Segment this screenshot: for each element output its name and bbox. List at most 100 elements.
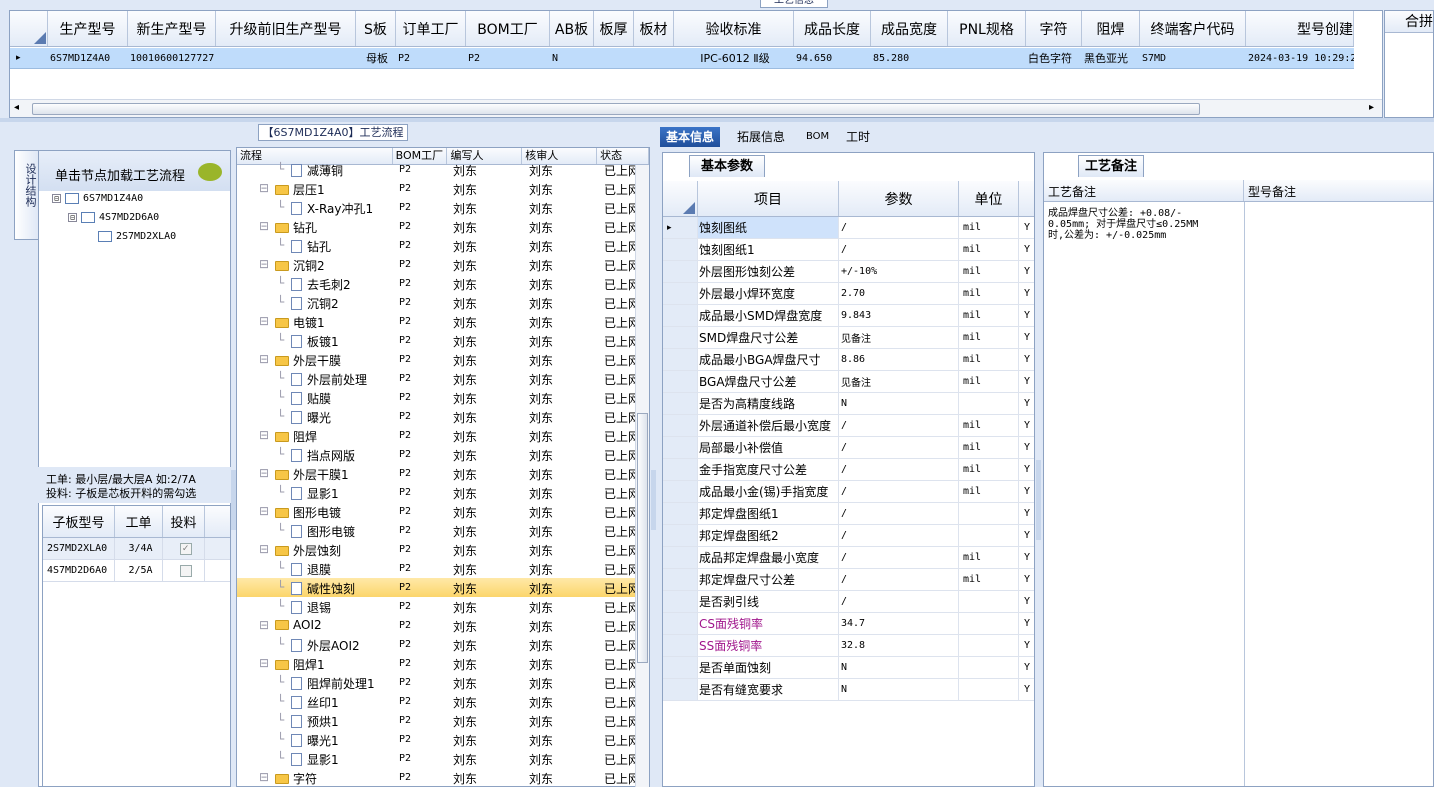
param-value[interactable]: / xyxy=(839,569,959,590)
process-step[interactable]: 阻焊1 xyxy=(275,656,325,673)
process-row[interactable]: └ 去毛刺2 P2 刘东 刘东 已上网 xyxy=(237,274,640,293)
cell[interactable]: 母板 xyxy=(356,48,396,68)
process-step[interactable]: 挡点网版 xyxy=(291,447,355,464)
param-item[interactable]: 外层最小焊环宽度 xyxy=(698,283,839,304)
param-row[interactable]: 是否为高精度线路 N Y xyxy=(663,393,1034,415)
param-item[interactable]: SMD焊盘尺寸公差 xyxy=(698,327,839,348)
col-header[interactable]: 项目 xyxy=(698,181,839,216)
process-step[interactable]: 钻孔 xyxy=(275,219,317,236)
process-row[interactable]: ⊟ 外层蚀刻 P2 刘东 刘东 已上网 xyxy=(237,540,640,559)
param-item[interactable]: 局部最小补偿值 xyxy=(698,437,839,458)
param-row[interactable]: 外层通道补偿后最小宽度 / mil Y xyxy=(663,415,1034,437)
col-header[interactable]: 终端客户代码 xyxy=(1140,11,1246,46)
cell[interactable]: 2S7MD2XLA0 xyxy=(43,538,115,559)
process-step[interactable]: 阻焊 xyxy=(275,428,317,445)
scroll-thumb[interactable] xyxy=(32,103,1200,115)
process-row[interactable]: ⊟ 外层干膜1 P2 刘东 刘东 已上网 xyxy=(237,464,640,483)
process-step[interactable]: 外层AOI2 xyxy=(291,637,360,654)
process-row[interactable]: ⊟ 阻焊 P2 刘东 刘东 已上网 xyxy=(237,426,640,445)
param-row[interactable]: BGA焊盘尺寸公差 见备注 mil Y xyxy=(663,371,1034,393)
process-row[interactable]: └ 退膜 P2 刘东 刘东 已上网 xyxy=(237,559,640,578)
cell[interactable]: N xyxy=(550,48,594,68)
process-row[interactable]: ⊟ 图形电镀 P2 刘东 刘东 已上网 xyxy=(237,502,640,521)
cell[interactable]: 白色字符 xyxy=(1026,48,1082,68)
process-step[interactable]: 预烘1 xyxy=(291,713,339,730)
param-value[interactable]: / xyxy=(839,437,959,458)
process-step[interactable]: 显影1 xyxy=(291,485,339,502)
col-header[interactable]: PNL规格 xyxy=(948,11,1026,46)
param-item[interactable]: 外层图形蚀刻公差 xyxy=(698,261,839,282)
process-row[interactable]: ⊟ 阻焊1 P2 刘东 刘东 已上网 xyxy=(237,654,640,673)
param-item[interactable]: 成品最小BGA焊盘尺寸 xyxy=(698,349,839,370)
param-value[interactable]: 34.7 xyxy=(839,613,959,634)
process-row[interactable]: └ 外层AOI2 P2 刘东 刘东 已上网 xyxy=(237,635,640,654)
process-row[interactable]: └ 阻焊前处理1 P2 刘东 刘东 已上网 xyxy=(237,673,640,692)
process-step[interactable]: 退膜 xyxy=(291,561,331,578)
process-row[interactable]: └ 图形电镀 P2 刘东 刘东 已上网 xyxy=(237,521,640,540)
param-item[interactable]: BGA焊盘尺寸公差 xyxy=(698,371,839,392)
process-row[interactable]: ⊟ 钻孔 P2 刘东 刘东 已上网 xyxy=(237,217,640,236)
col-header[interactable]: AB板 xyxy=(550,11,594,46)
process-step[interactable]: AOI2 xyxy=(275,618,322,632)
process-note-text[interactable]: 成品焊盘尺寸公差: +0.08/- 0.05mm; 对于焊盘尺寸≤0.25MM … xyxy=(1048,208,1228,241)
col-header[interactable]: 参数 xyxy=(839,181,959,216)
process-row[interactable]: ⊟ 层压1 P2 刘东 刘东 已上网 xyxy=(237,179,640,198)
col-header[interactable]: 成品宽度 xyxy=(871,11,948,46)
vertical-scrollbar[interactable] xyxy=(635,165,649,787)
tree-node-label[interactable]: 6S7MD1Z4A0 xyxy=(83,193,143,204)
process-step[interactable]: 外层干膜1 xyxy=(275,466,349,483)
cell[interactable]: 85.280 xyxy=(871,48,948,68)
col-header[interactable]: 型号创建 xyxy=(1246,11,1354,46)
param-item[interactable]: 成品最小SMD焊盘宽度 xyxy=(698,305,839,326)
col-header[interactable]: 成品长度 xyxy=(794,11,871,46)
process-step[interactable]: 碱性蚀刻 xyxy=(291,580,355,597)
model-grid-row[interactable]: ▸ 6S7MD1Z4A0 10010600127727 母板 P2 P2 N I… xyxy=(10,48,1354,69)
param-item[interactable]: 是否为高精度线路 xyxy=(698,393,839,414)
param-row[interactable]: 是否有缝宽要求 N Y xyxy=(663,679,1034,701)
process-row[interactable]: ⊟ 字符 P2 刘东 刘东 已上网 xyxy=(237,768,640,786)
param-value[interactable]: / xyxy=(839,217,959,238)
process-step[interactable]: 字符 xyxy=(275,770,317,786)
param-row[interactable]: CS面残铜率 34.7 Y xyxy=(663,613,1034,635)
cell[interactable]: 4S7MD2D6A0 xyxy=(43,560,115,581)
process-step[interactable]: 丝印1 xyxy=(291,694,339,711)
param-value[interactable]: / xyxy=(839,525,959,546)
cell[interactable]: IPC-6012 Ⅱ级 xyxy=(674,48,794,68)
process-step[interactable]: 板镀1 xyxy=(291,333,339,350)
tree-node[interactable]: ⊟ 6S7MD1Z4A0 xyxy=(52,193,143,204)
process-row[interactable]: └ 沉铜2 P2 刘东 刘东 已上网 xyxy=(237,293,640,312)
process-row[interactable]: └ 钻孔 P2 刘东 刘东 已上网 xyxy=(237,236,640,255)
param-value[interactable]: N xyxy=(839,679,959,700)
feed-checkbox[interactable]: ✓ xyxy=(179,542,192,555)
col-header[interactable]: 投料 xyxy=(163,506,205,537)
splitter-handle[interactable] xyxy=(231,470,236,530)
param-row[interactable]: 成品最小金(锡)手指宽度 / mil Y xyxy=(663,481,1034,503)
cell[interactable]: 6S7MD1Z4A0 xyxy=(48,48,128,68)
process-row[interactable]: └ 预烘1 P2 刘东 刘东 已上网 xyxy=(237,711,640,730)
param-value[interactable]: / xyxy=(839,239,959,260)
param-row[interactable]: 外层最小焊环宽度 2.70 mil Y xyxy=(663,283,1034,305)
scroll-right-icon[interactable]: ▸ xyxy=(1369,102,1374,113)
process-row[interactable]: └ 外层前处理 P2 刘东 刘东 已上网 xyxy=(237,369,640,388)
splitter-handle[interactable] xyxy=(651,470,656,530)
param-value[interactable]: 9.843 xyxy=(839,305,959,326)
process-step[interactable]: 沉铜2 xyxy=(291,295,339,312)
process-row[interactable]: ⊟ AOI2 P2 刘东 刘东 已上网 xyxy=(237,616,640,635)
process-row[interactable]: └ X-Ray冲孔1 P2 刘东 刘东 已上网 xyxy=(237,198,640,217)
param-row[interactable]: 是否单面蚀刻 N Y xyxy=(663,657,1034,679)
param-value[interactable]: 8.86 xyxy=(839,349,959,370)
process-step[interactable]: 沉铜2 xyxy=(275,257,325,274)
process-step[interactable]: 电镀1 xyxy=(275,314,325,331)
param-row[interactable]: SMD焊盘尺寸公差 见备注 mil Y xyxy=(663,327,1034,349)
col-header[interactable]: 阻焊 xyxy=(1082,11,1140,46)
horizontal-scrollbar[interactable]: ◂ ▸ xyxy=(10,99,1382,117)
param-item[interactable]: 蚀刻图纸1 xyxy=(698,239,839,260)
param-value[interactable]: 32.8 xyxy=(839,635,959,656)
process-step[interactable]: 曝光1 xyxy=(291,732,339,749)
tree-node[interactable]: 2S7MD2XLA0 xyxy=(98,231,176,242)
process-row[interactable]: └ 退锡 P2 刘东 刘东 已上网 xyxy=(237,597,640,616)
param-row[interactable]: 邦定焊盘尺寸公差 / mil Y xyxy=(663,569,1034,591)
param-value[interactable]: 见备注 xyxy=(839,327,959,348)
process-row[interactable]: └ 板镀1 P2 刘东 刘东 已上网 xyxy=(237,331,640,350)
process-row[interactable]: └ 显影1 P2 刘东 刘东 已上网 xyxy=(237,483,640,502)
